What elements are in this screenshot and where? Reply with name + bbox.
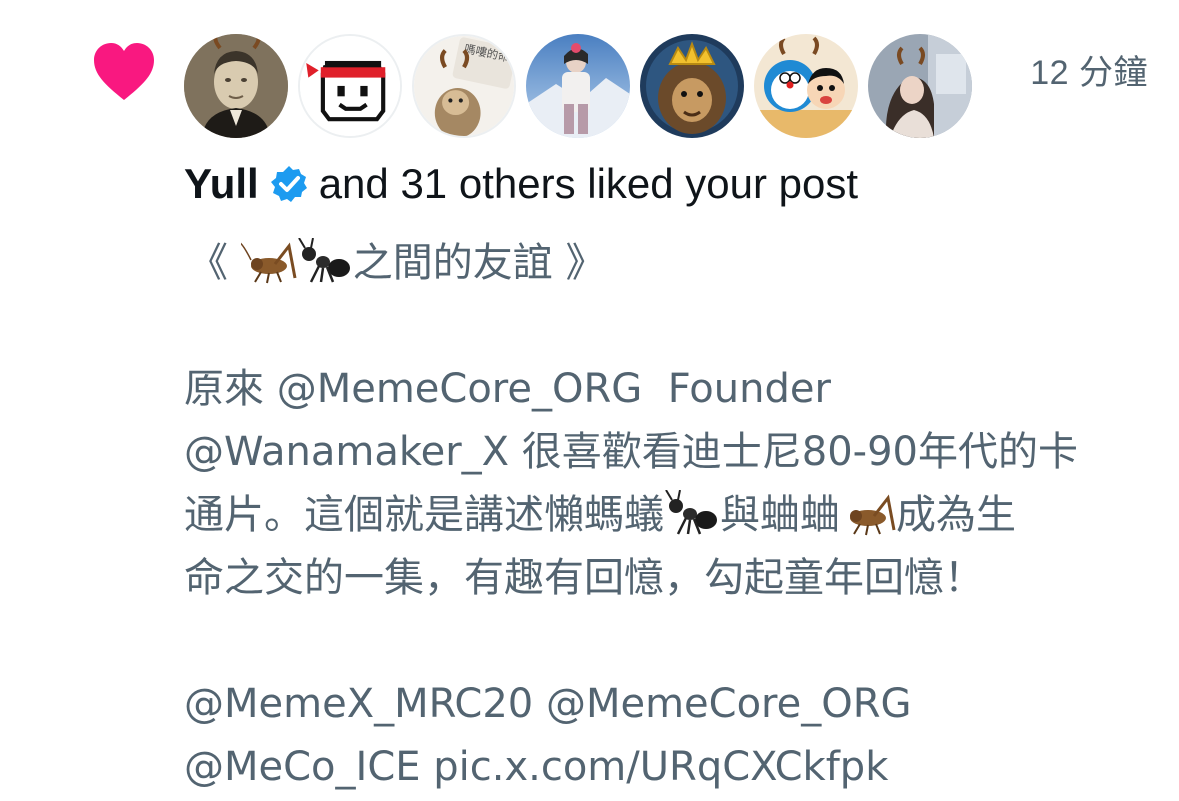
- post-line: 原來 @MemeCore_ORG Founder: [184, 366, 831, 412]
- heart-icon: [94, 43, 154, 100]
- notification-headline: Yull and 31 others liked your post: [184, 160, 858, 208]
- post-title: 《 之間的友誼 》: [188, 238, 606, 286]
- post-line: 通片。這個就是講述懶螞蟻 與蛐蛐 成為生: [184, 490, 1016, 538]
- liker-name[interactable]: Yull: [184, 160, 259, 208]
- post-preview[interactable]: 《 之間的友誼 》 原來 @MemeCore_ORG Founder @Wana…: [184, 232, 1154, 799]
- post-line: @MemeX_MRC20 @MemeCore_ORG: [184, 681, 912, 727]
- verified-badge-icon: [270, 166, 307, 202]
- avatar-girl-photo[interactable]: [868, 34, 972, 138]
- ant-emoji: [297, 238, 350, 283]
- liker-avatars: 嗎嘍的命: [184, 34, 972, 138]
- cricket-emoji: [850, 494, 896, 536]
- avatar-pixel-face[interactable]: [298, 34, 402, 138]
- avatar-vintage-portrait[interactable]: [184, 34, 288, 138]
- post-line: 命之交的一集，有趣有回憶，勾起童年回憶！: [184, 555, 984, 601]
- avatar-monkey-meme[interactable]: 嗎嘍的命: [412, 34, 516, 138]
- headline-text: and 31 others liked your post: [318, 160, 859, 207]
- timestamp: 12 分鐘: [1030, 54, 1148, 92]
- post-line: @MeCo_ICE pic.x.com/URqCXCkfpk: [184, 744, 889, 790]
- post-line: @Wanamaker_X 很喜歡看迪士尼80-90年代的卡: [184, 429, 1078, 475]
- avatar-snow-photo[interactable]: [526, 34, 630, 138]
- avatar-cartoon-duo[interactable]: [754, 34, 858, 138]
- cricket-emoji: [240, 242, 297, 284]
- avatar-crowned-monkey[interactable]: [640, 34, 744, 138]
- ant-emoji: [665, 490, 717, 535]
- like-notification[interactable]: 嗎嘍的命 12 分鐘 Yull and 31 others liked your…: [0, 0, 1179, 801]
